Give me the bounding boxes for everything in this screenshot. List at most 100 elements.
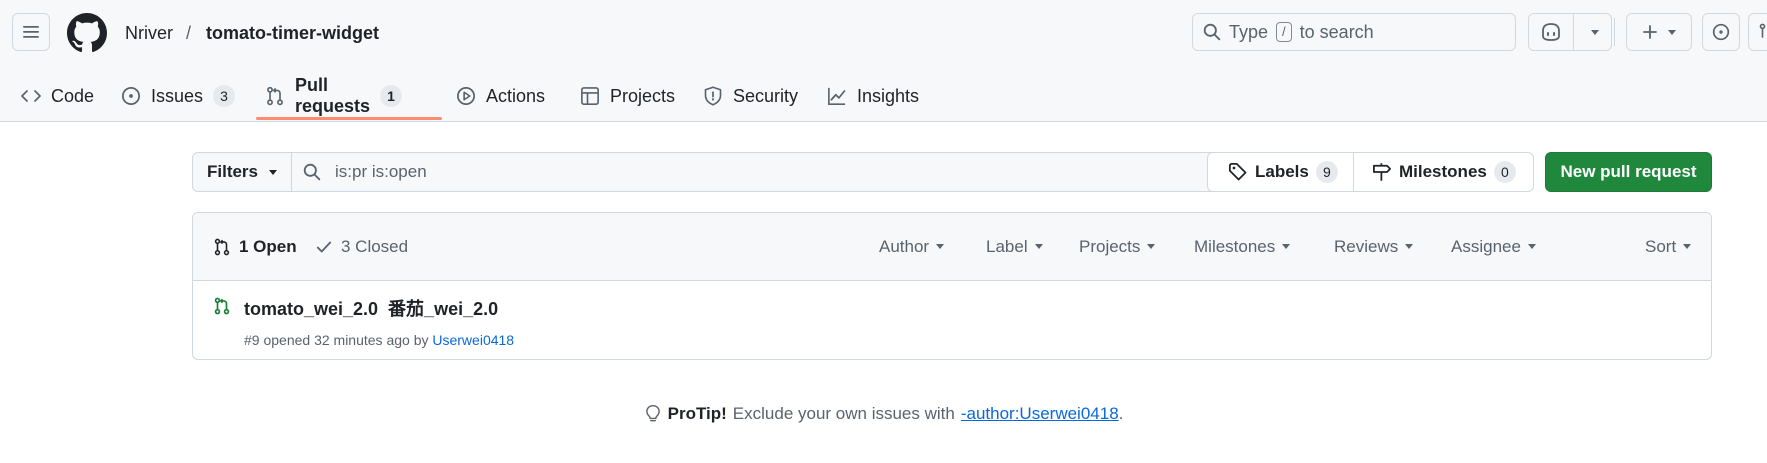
pr-meta-text: #9 opened 32 minutes ago by bbox=[244, 332, 429, 348]
issue-opened-icon bbox=[1712, 23, 1730, 41]
tab-pull-requests[interactable]: Pull requests 1 bbox=[265, 72, 403, 120]
label-filter-dropdown[interactable]: Label bbox=[986, 213, 1043, 280]
label-filter-label: Label bbox=[986, 236, 1028, 256]
chevron-down-icon bbox=[1147, 244, 1156, 249]
pull-requests-shortcut-button[interactable] bbox=[1748, 13, 1767, 51]
menu-button[interactable] bbox=[12, 13, 50, 51]
search-icon bbox=[303, 163, 321, 181]
tab-issues[interactable]: Issues 3 bbox=[121, 72, 236, 120]
tab-code[interactable]: Code bbox=[21, 72, 94, 120]
closed-filter-link[interactable]: 3 Closed bbox=[315, 213, 408, 280]
tag-icon bbox=[1229, 163, 1247, 181]
pr-search-value: is:pr is:open bbox=[335, 162, 427, 181]
tab-insights[interactable]: Insights bbox=[827, 72, 919, 120]
reviews-filter-dropdown[interactable]: Reviews bbox=[1334, 213, 1414, 280]
filters-dropdown-button[interactable]: Filters bbox=[193, 153, 292, 191]
protip: ProTip! Exclude your own issues with -au… bbox=[0, 400, 1767, 428]
assignee-filter-dropdown[interactable]: Assignee bbox=[1451, 213, 1536, 280]
projects-filter-dropdown[interactable]: Projects bbox=[1079, 213, 1156, 280]
author-filter-dropdown[interactable]: Author bbox=[879, 213, 945, 280]
chevron-down-icon bbox=[936, 244, 945, 249]
chevron-down-icon bbox=[1668, 29, 1676, 35]
milestones-label: Milestones bbox=[1399, 162, 1487, 181]
tab-security-label: Security bbox=[733, 85, 799, 106]
reviews-filter-label: Reviews bbox=[1334, 236, 1399, 256]
plus-icon bbox=[1643, 25, 1657, 39]
closed-count-label: 3 Closed bbox=[341, 236, 409, 256]
pull-requests-count-badge: 1 bbox=[380, 85, 403, 107]
play-icon bbox=[457, 87, 475, 105]
check-icon bbox=[316, 241, 332, 252]
labels-label: Labels bbox=[1255, 162, 1309, 181]
open-filter-link[interactable]: 1 Open bbox=[213, 213, 297, 280]
git-pull-request-icon bbox=[267, 86, 283, 106]
milestones-count-badge: 0 bbox=[1493, 161, 1516, 183]
copilot-dropdown-caret-icon[interactable] bbox=[1591, 30, 1599, 35]
copilot-icon bbox=[1542, 23, 1560, 41]
graph-icon bbox=[828, 87, 846, 105]
search-hint-after: to search bbox=[1299, 21, 1374, 42]
git-pull-request-icon bbox=[1759, 23, 1766, 38]
tab-insights-label: Insights bbox=[857, 85, 920, 106]
git-pull-request-open-icon bbox=[214, 297, 230, 315]
protip-end: . bbox=[1118, 404, 1124, 423]
issues-count-badge: 3 bbox=[213, 85, 236, 107]
tab-actions[interactable]: Actions bbox=[456, 72, 545, 120]
breadcrumb-separator: / bbox=[186, 23, 192, 43]
repo-name-link[interactable]: tomato-timer-widget bbox=[206, 20, 379, 46]
labels-count-badge: 9 bbox=[1315, 161, 1338, 183]
filters-label: Filters bbox=[206, 162, 259, 181]
protip-query-link[interactable]: -author:Userwei0418 bbox=[961, 404, 1119, 423]
tab-projects-label: Projects bbox=[610, 85, 676, 106]
search-hint-before: Type bbox=[1229, 21, 1269, 42]
table-icon bbox=[581, 87, 599, 105]
header-divider bbox=[1614, 18, 1615, 46]
tab-issues-label: Issues bbox=[151, 85, 204, 106]
projects-filter-label: Projects bbox=[1079, 236, 1141, 256]
protip-text: Exclude your own issues with bbox=[732, 404, 955, 423]
issue-opened-icon bbox=[122, 87, 140, 105]
light-bulb-icon bbox=[645, 404, 660, 422]
pr-meta: #9 opened 32 minutes ago by Userwei0418 bbox=[244, 331, 514, 349]
shield-icon bbox=[704, 86, 722, 106]
copilot-button[interactable] bbox=[1528, 13, 1612, 51]
git-pull-request-icon bbox=[214, 238, 230, 255]
labels-button[interactable]: Labels 9 bbox=[1228, 153, 1338, 191]
author-filter-label: Author bbox=[879, 236, 930, 256]
sort-dropdown[interactable]: Sort bbox=[1645, 213, 1692, 280]
repo-owner-link[interactable]: Nriver bbox=[125, 20, 173, 46]
hamburger-icon bbox=[23, 26, 39, 38]
pull-request-list: 1 Open 3 Closed Author Label Projects Mi… bbox=[192, 212, 1712, 360]
list-item: tomato_wei_2.0 番茄_wei_2.0 #9 opened 32 m… bbox=[193, 281, 1711, 359]
sort-label: Sort bbox=[1645, 236, 1677, 256]
search-icon bbox=[1203, 23, 1221, 41]
protip-label: ProTip! bbox=[667, 404, 727, 423]
pr-title-link[interactable]: tomato_wei_2.0 番茄_wei_2.0 bbox=[244, 297, 498, 321]
pr-author-link[interactable]: Userwei0418 bbox=[432, 332, 514, 348]
tab-security[interactable]: Security bbox=[703, 72, 798, 120]
milestones-filter-dropdown[interactable]: Milestones bbox=[1194, 213, 1291, 280]
pr-search-input[interactable]: is:pr is:open bbox=[303, 153, 427, 191]
labels-milestones-group: Labels 9 Milestones 0 bbox=[1207, 152, 1534, 192]
tab-actions-label: Actions bbox=[486, 85, 546, 106]
assignee-filter-label: Assignee bbox=[1451, 236, 1521, 256]
list-header: 1 Open 3 Closed Author Label Projects Mi… bbox=[193, 213, 1711, 281]
tab-pull-requests-label: Pull requests bbox=[295, 75, 371, 116]
github-logo-icon[interactable] bbox=[67, 13, 107, 53]
global-search-input[interactable]: Type / to search bbox=[1192, 13, 1516, 51]
selected-tab-indicator bbox=[256, 117, 442, 120]
chevron-down-icon bbox=[1527, 244, 1536, 249]
tab-code-label: Code bbox=[51, 85, 95, 106]
chevron-down-icon bbox=[269, 169, 278, 175]
tab-projects[interactable]: Projects bbox=[580, 72, 675, 120]
chevron-down-icon bbox=[1683, 244, 1692, 249]
app-header: Nriver / tomato-timer-widget Type / to s… bbox=[0, 0, 1767, 122]
chevron-down-icon bbox=[1405, 244, 1414, 249]
header-top-row: Nriver / tomato-timer-widget Type / to s… bbox=[0, 0, 1767, 64]
issues-shortcut-button[interactable] bbox=[1702, 13, 1740, 51]
milestones-filter-label: Milestones bbox=[1194, 236, 1276, 256]
create-new-button[interactable] bbox=[1626, 13, 1692, 51]
milestones-button[interactable]: Milestones 0 bbox=[1372, 153, 1516, 191]
milestone-icon bbox=[1373, 163, 1391, 181]
new-pull-request-button[interactable]: New pull request bbox=[1545, 152, 1712, 192]
